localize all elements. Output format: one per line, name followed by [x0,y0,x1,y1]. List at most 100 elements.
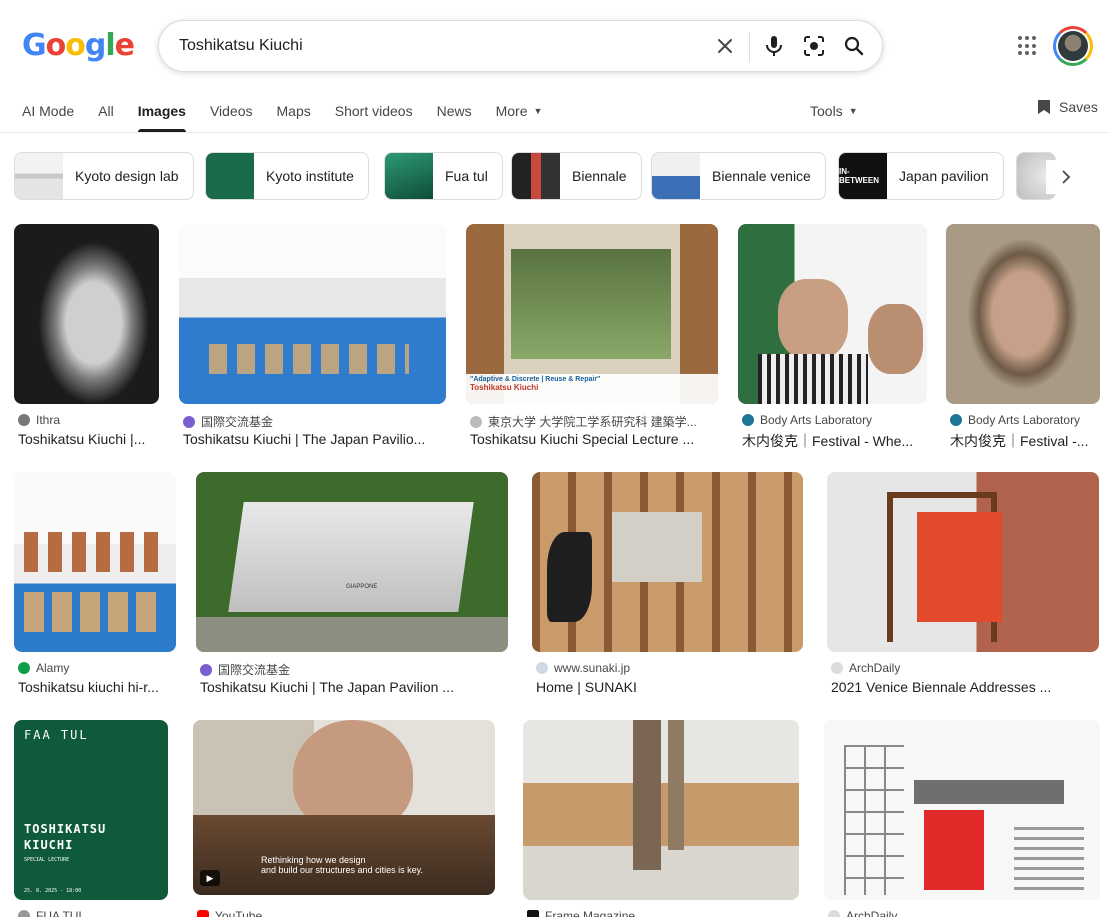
source-label: FUA TUL [36,909,86,917]
result-thumbnail [532,472,803,652]
video-caption-line: and build our structures and cities is k… [261,865,423,875]
image-result[interactable] [523,720,799,917]
image-result[interactable]: 国際交流基金 Toshikatsu Kiuchi | The Japan Pav… [179,224,447,450]
image-result[interactable]: ArchDaily 2021 Venice Biennale Addresses… [827,472,1099,698]
google-logo[interactable]: Google [22,28,135,63]
image-result[interactable]: "Adaptive & Discrete | Reuse & Repair" T… [466,224,718,450]
chip-label: Japan pavilion [899,168,989,184]
tab-news[interactable]: News [437,100,472,132]
wordpress-icon [950,414,962,426]
poster-name: TOSHIKATSU [24,822,107,836]
image-result[interactable]: Body Arts Laboratory 木内俊克｜Festival - Whe… [738,224,927,450]
tab-all[interactable]: All [98,100,114,132]
tab-images[interactable]: Images [137,100,187,132]
chip-label: Kyoto institute [266,168,354,184]
image-result[interactable]: GIAPPONE 国際交流基金 Toshikatsu Kiuchi | The … [196,472,508,698]
chip-thumbnail [512,153,560,199]
result-title: Toshikatsu kiuchi hi-r... [18,679,159,695]
chip-label: Fua tul [445,168,488,184]
site-favicon-icon [200,663,212,676]
chip-thumbnail: IN-BETWEEN [839,153,887,199]
clear-icon[interactable] [714,35,736,57]
result-thumbnail [827,472,1099,652]
chip-japan-pavilion[interactable]: IN-BETWEEN Japan pavilion [838,152,1004,200]
site-favicon-icon [18,414,30,426]
source-label: Alamy [36,661,70,675]
source-label: ArchDaily [846,909,898,917]
search-box [158,20,883,72]
result-thumbnail [14,472,176,652]
result-thumbnail: "Adaptive & Discrete | Reuse & Repair" T… [466,224,718,404]
chip-biennale-venice[interactable]: Biennale venice [651,152,826,200]
result-source: Ithra [18,413,158,427]
caret-down-icon: ▼ [848,106,858,116]
tools-button[interactable]: Tools ▼ [810,103,858,119]
site-favicon-icon [828,910,840,917]
chip-thumbnail [15,153,63,199]
result-source: Body Arts Laboratory [950,413,1100,427]
image-result[interactable]: FAA TUL TOSHIKATSU KIUCHI SPECIAL LECTUR… [14,720,168,917]
source-label: Frame Magazine [545,909,636,917]
poster-subtitle: SPECIAL LECTURE [24,857,70,863]
source-label: Ithra [36,413,61,427]
result-thumbnail [946,224,1100,404]
result-thumbnail: Rethinking how we design and build our s… [193,720,495,895]
poster-heading: FAA TUL [24,728,89,742]
source-label: www.sunaki.jp [554,661,631,675]
image-result[interactable]: Rethinking how we design and build our s… [193,720,495,917]
result-source: FUA TUL [18,909,168,917]
saves-button[interactable]: Saves [1037,99,1098,115]
chip-biennale[interactable]: Biennale [511,152,642,200]
tab-maps[interactable]: Maps [277,100,311,132]
tab-more[interactable]: More ▼ [496,100,543,132]
chip-thumbnail [206,153,254,199]
tab-ai-mode[interactable]: AI Mode [22,100,74,132]
result-title: 木内俊克｜Festival -... [950,433,1089,449]
chip-thumbnail [652,153,700,199]
result-source: Alamy [18,661,176,675]
result-thumbnail [824,720,1100,900]
bookmark-icon [1038,100,1050,114]
chip-label: Kyoto design lab [75,168,179,184]
source-label: Body Arts Laboratory [968,413,1081,427]
image-result[interactable]: Ithra Toshikatsu Kiuchi |... [14,224,160,450]
microphone-icon[interactable] [763,35,785,57]
search-icon[interactable] [843,35,865,57]
site-favicon-icon [18,662,30,674]
tab-short-videos[interactable]: Short videos [335,100,413,132]
logo-letter: o [65,28,86,63]
apps-grid-icon[interactable] [1018,36,1038,56]
result-source: 国際交流基金 [183,413,443,430]
chip-fua-tul[interactable]: Fua tul [384,152,503,200]
tab-more-label: More [495,103,528,119]
source-label: 国際交流基金 [201,415,274,429]
image-result[interactable]: www.sunaki.jp Home | SUNAKI [532,472,803,698]
result-source: 国際交流基金 [200,661,508,678]
result-thumbnail [738,224,927,404]
result-title: Toshikatsu Kiuchi | The Japan Pavilion .… [200,679,454,695]
lens-icon[interactable] [803,35,825,57]
site-favicon-icon [470,415,482,428]
image-result[interactable] [824,720,1100,917]
chevron-right-icon[interactable] [1046,160,1086,194]
result-thumbnail [179,224,446,404]
site-favicon-icon [527,910,539,917]
result-thumbnail: GIAPPONE [196,472,508,652]
search-input[interactable] [179,21,699,71]
result-title: Toshikatsu Kiuchi |... [18,431,146,447]
chip-label: Biennale venice [712,168,811,184]
result-title: Toshikatsu Kiuchi Special Lecture ... [470,431,695,447]
chip-kyoto-design-lab[interactable]: Kyoto design lab [14,152,194,200]
chip-kyoto-institute[interactable]: Kyoto institute [205,152,369,200]
logo-letter: g [84,28,107,63]
result-title: 2021 Venice Biennale Addresses ... [831,679,1052,695]
logo-letter: e [114,28,135,63]
avatar[interactable] [1053,26,1093,66]
image-result[interactable]: Alamy Toshikatsu kiuchi hi-r... [14,472,176,698]
site-favicon-icon [831,662,843,674]
video-caption: Rethinking how we design and build our s… [261,855,423,875]
tab-videos[interactable]: Videos [210,100,253,132]
image-result[interactable]: Body Arts Laboratory 木内俊克｜Festival -... [946,224,1100,450]
pavilion-sign-text: GIAPPONE [346,584,378,590]
play-icon[interactable]: ▶ [200,870,220,886]
